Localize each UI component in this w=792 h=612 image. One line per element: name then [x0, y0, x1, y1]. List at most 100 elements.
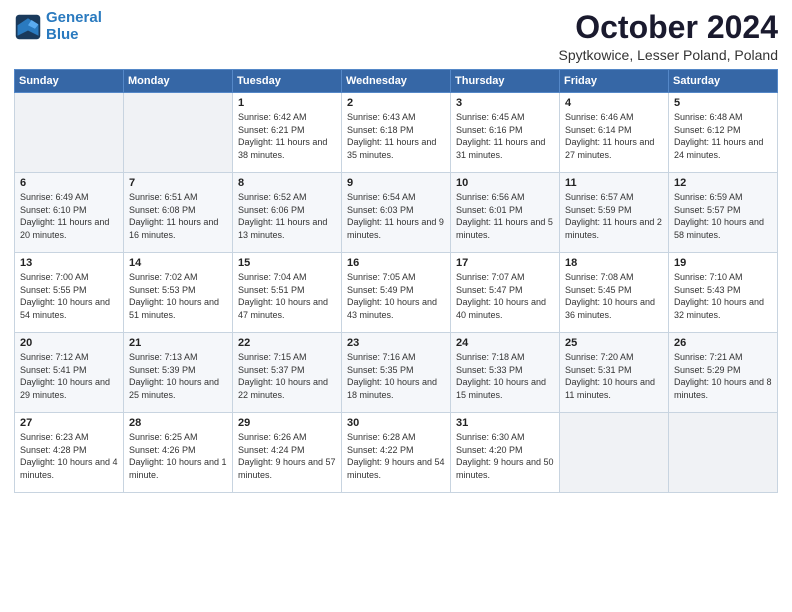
cell-day-number: 12 [674, 177, 772, 189]
calendar-cell: 18 Sunrise: 7:08 AMSunset: 5:45 PMDaylig… [560, 253, 669, 333]
cell-info: Sunrise: 7:08 AMSunset: 5:45 PMDaylight:… [565, 272, 655, 320]
cell-day-number: 8 [238, 177, 336, 189]
calendar-cell: 17 Sunrise: 7:07 AMSunset: 5:47 PMDaylig… [451, 253, 560, 333]
calendar-cell: 5 Sunrise: 6:48 AMSunset: 6:12 PMDayligh… [669, 93, 778, 173]
cell-info: Sunrise: 7:05 AMSunset: 5:49 PMDaylight:… [347, 272, 437, 320]
header: General Blue October 2024 Spytkowice, Le… [14, 10, 778, 63]
title-block: October 2024 Spytkowice, Lesser Poland, … [559, 10, 778, 63]
cell-info: Sunrise: 6:54 AMSunset: 6:03 PMDaylight:… [347, 192, 444, 240]
cell-info: Sunrise: 6:49 AMSunset: 6:10 PMDaylight:… [20, 192, 109, 240]
cell-info: Sunrise: 6:23 AMSunset: 4:28 PMDaylight:… [20, 432, 118, 480]
calendar-cell [560, 413, 669, 493]
header-cell-saturday: Saturday [669, 70, 778, 93]
cell-info: Sunrise: 6:48 AMSunset: 6:12 PMDaylight:… [674, 112, 763, 160]
week-row-4: 20 Sunrise: 7:12 AMSunset: 5:41 PMDaylig… [15, 333, 778, 413]
week-row-3: 13 Sunrise: 7:00 AMSunset: 5:55 PMDaylig… [15, 253, 778, 333]
cell-day-number: 13 [20, 257, 118, 269]
cell-day-number: 29 [238, 417, 336, 429]
calendar-cell: 16 Sunrise: 7:05 AMSunset: 5:49 PMDaylig… [342, 253, 451, 333]
calendar-cell: 15 Sunrise: 7:04 AMSunset: 5:51 PMDaylig… [233, 253, 342, 333]
calendar-cell: 10 Sunrise: 6:56 AMSunset: 6:01 PMDaylig… [451, 173, 560, 253]
cell-day-number: 27 [20, 417, 118, 429]
cell-info: Sunrise: 6:42 AMSunset: 6:21 PMDaylight:… [238, 112, 327, 160]
calendar-cell: 26 Sunrise: 7:21 AMSunset: 5:29 PMDaylig… [669, 333, 778, 413]
calendar-cell: 2 Sunrise: 6:43 AMSunset: 6:18 PMDayligh… [342, 93, 451, 173]
cell-day-number: 1 [238, 97, 336, 109]
header-row: SundayMondayTuesdayWednesdayThursdayFrid… [15, 70, 778, 93]
calendar-cell: 8 Sunrise: 6:52 AMSunset: 6:06 PMDayligh… [233, 173, 342, 253]
header-cell-sunday: Sunday [15, 70, 124, 93]
cell-day-number: 19 [674, 257, 772, 269]
cell-info: Sunrise: 6:51 AMSunset: 6:08 PMDaylight:… [129, 192, 218, 240]
cell-day-number: 5 [674, 97, 772, 109]
cell-info: Sunrise: 6:45 AMSunset: 6:16 PMDaylight:… [456, 112, 545, 160]
calendar-cell [669, 413, 778, 493]
cell-info: Sunrise: 7:20 AMSunset: 5:31 PMDaylight:… [565, 352, 655, 400]
calendar-cell: 19 Sunrise: 7:10 AMSunset: 5:43 PMDaylig… [669, 253, 778, 333]
logo-icon [14, 13, 42, 41]
cell-info: Sunrise: 6:43 AMSunset: 6:18 PMDaylight:… [347, 112, 436, 160]
header-cell-tuesday: Tuesday [233, 70, 342, 93]
cell-day-number: 28 [129, 417, 227, 429]
calendar-cell: 9 Sunrise: 6:54 AMSunset: 6:03 PMDayligh… [342, 173, 451, 253]
cell-info: Sunrise: 7:21 AMSunset: 5:29 PMDaylight:… [674, 352, 772, 400]
calendar-cell: 12 Sunrise: 6:59 AMSunset: 5:57 PMDaylig… [669, 173, 778, 253]
cell-day-number: 16 [347, 257, 445, 269]
calendar-cell [15, 93, 124, 173]
cell-day-number: 14 [129, 257, 227, 269]
calendar-cell: 24 Sunrise: 7:18 AMSunset: 5:33 PMDaylig… [451, 333, 560, 413]
cell-info: Sunrise: 7:13 AMSunset: 5:39 PMDaylight:… [129, 352, 219, 400]
cell-day-number: 22 [238, 337, 336, 349]
week-row-2: 6 Sunrise: 6:49 AMSunset: 6:10 PMDayligh… [15, 173, 778, 253]
week-row-5: 27 Sunrise: 6:23 AMSunset: 4:28 PMDaylig… [15, 413, 778, 493]
cell-day-number: 11 [565, 177, 663, 189]
cell-info: Sunrise: 7:15 AMSunset: 5:37 PMDaylight:… [238, 352, 328, 400]
cell-info: Sunrise: 6:52 AMSunset: 6:06 PMDaylight:… [238, 192, 327, 240]
cell-info: Sunrise: 7:00 AMSunset: 5:55 PMDaylight:… [20, 272, 110, 320]
cell-day-number: 9 [347, 177, 445, 189]
calendar-cell: 14 Sunrise: 7:02 AMSunset: 5:53 PMDaylig… [124, 253, 233, 333]
calendar-cell: 11 Sunrise: 6:57 AMSunset: 5:59 PMDaylig… [560, 173, 669, 253]
header-cell-monday: Monday [124, 70, 233, 93]
cell-day-number: 3 [456, 97, 554, 109]
cell-info: Sunrise: 7:04 AMSunset: 5:51 PMDaylight:… [238, 272, 328, 320]
cell-info: Sunrise: 6:57 AMSunset: 5:59 PMDaylight:… [565, 192, 662, 240]
calendar-cell [124, 93, 233, 173]
cell-info: Sunrise: 7:16 AMSunset: 5:35 PMDaylight:… [347, 352, 437, 400]
calendar-cell: 25 Sunrise: 7:20 AMSunset: 5:31 PMDaylig… [560, 333, 669, 413]
calendar-cell: 30 Sunrise: 6:28 AMSunset: 4:22 PMDaylig… [342, 413, 451, 493]
calendar-cell: 29 Sunrise: 6:26 AMSunset: 4:24 PMDaylig… [233, 413, 342, 493]
cell-day-number: 24 [456, 337, 554, 349]
week-row-1: 1 Sunrise: 6:42 AMSunset: 6:21 PMDayligh… [15, 93, 778, 173]
calendar-cell: 1 Sunrise: 6:42 AMSunset: 6:21 PMDayligh… [233, 93, 342, 173]
calendar-table: SundayMondayTuesdayWednesdayThursdayFrid… [14, 69, 778, 493]
calendar-cell: 4 Sunrise: 6:46 AMSunset: 6:14 PMDayligh… [560, 93, 669, 173]
cell-day-number: 6 [20, 177, 118, 189]
cell-day-number: 7 [129, 177, 227, 189]
calendar-title: October 2024 [559, 10, 778, 45]
header-cell-wednesday: Wednesday [342, 70, 451, 93]
header-cell-friday: Friday [560, 70, 669, 93]
cell-day-number: 23 [347, 337, 445, 349]
page: General Blue October 2024 Spytkowice, Le… [0, 0, 792, 612]
cell-day-number: 26 [674, 337, 772, 349]
calendar-cell: 7 Sunrise: 6:51 AMSunset: 6:08 PMDayligh… [124, 173, 233, 253]
cell-day-number: 21 [129, 337, 227, 349]
cell-info: Sunrise: 7:18 AMSunset: 5:33 PMDaylight:… [456, 352, 546, 400]
cell-info: Sunrise: 6:59 AMSunset: 5:57 PMDaylight:… [674, 192, 764, 240]
cell-day-number: 30 [347, 417, 445, 429]
calendar-cell: 21 Sunrise: 7:13 AMSunset: 5:39 PMDaylig… [124, 333, 233, 413]
cell-info: Sunrise: 6:25 AMSunset: 4:26 PMDaylight:… [129, 432, 227, 480]
cell-day-number: 18 [565, 257, 663, 269]
calendar-cell: 22 Sunrise: 7:15 AMSunset: 5:37 PMDaylig… [233, 333, 342, 413]
cell-day-number: 17 [456, 257, 554, 269]
cell-info: Sunrise: 6:26 AMSunset: 4:24 PMDaylight:… [238, 432, 336, 480]
calendar-cell: 6 Sunrise: 6:49 AMSunset: 6:10 PMDayligh… [15, 173, 124, 253]
logo-text: General Blue [46, 10, 102, 43]
cell-day-number: 31 [456, 417, 554, 429]
calendar-cell: 31 Sunrise: 6:30 AMSunset: 4:20 PMDaylig… [451, 413, 560, 493]
calendar-cell: 23 Sunrise: 7:16 AMSunset: 5:35 PMDaylig… [342, 333, 451, 413]
cell-day-number: 10 [456, 177, 554, 189]
calendar-cell: 28 Sunrise: 6:25 AMSunset: 4:26 PMDaylig… [124, 413, 233, 493]
cell-info: Sunrise: 7:10 AMSunset: 5:43 PMDaylight:… [674, 272, 764, 320]
